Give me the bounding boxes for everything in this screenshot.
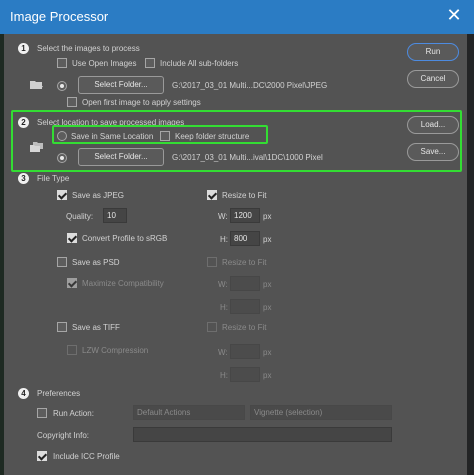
section-4-heading: Preferences (37, 389, 81, 398)
save-as-jpeg-label: Save as JPEG (72, 191, 125, 200)
psd-height-label: H: (220, 303, 228, 312)
convert-profile-label: Convert Profile to sRGB (82, 234, 168, 243)
section-1-number: 1 (18, 43, 29, 54)
jpeg-width-input[interactable]: 1200 (230, 208, 260, 223)
source-folder-path: G:\2017_03_01 Multi...DC\2000 Pixel\JPEG (172, 81, 328, 90)
save-as-psd-checkbox[interactable] (57, 257, 67, 267)
section-1-heading: Select the images to process (37, 44, 140, 53)
section-3-heading: File Type (37, 174, 70, 183)
title-bar: Image Processor ✕ (0, 0, 474, 34)
tiff-height-label: H: (220, 371, 228, 380)
highlight-save-options (52, 125, 268, 144)
lzw-compression-checkbox[interactable] (67, 345, 77, 355)
lzw-compression-label: LZW Compression (82, 346, 149, 355)
tiff-width-input[interactable] (230, 344, 260, 359)
jpeg-resize-checkbox[interactable] (207, 190, 217, 200)
close-icon[interactable]: ✕ (440, 2, 468, 28)
open-first-image-checkbox[interactable] (67, 97, 77, 107)
save-as-psd-label: Save as PSD (72, 258, 120, 267)
tiff-height-input[interactable] (230, 367, 260, 382)
convert-profile-checkbox[interactable] (67, 233, 77, 243)
action-set-dropdown[interactable]: Default Actions (133, 405, 245, 420)
psd-height-unit: px (263, 303, 272, 312)
psd-resize-checkbox[interactable] (207, 257, 217, 267)
tiff-width-unit: px (263, 348, 272, 357)
maximize-compatibility-checkbox[interactable] (67, 278, 77, 288)
cancel-button[interactable]: Cancel (407, 70, 459, 88)
include-subfolders-label: Include All sub-folders (160, 59, 239, 68)
section-4-number: 4 (18, 388, 29, 399)
jpeg-width-label: W: (218, 212, 228, 221)
copyright-input[interactable] (133, 427, 392, 442)
tiff-height-unit: px (263, 371, 272, 380)
run-button[interactable]: Run (407, 43, 459, 61)
psd-width-label: W: (218, 280, 228, 289)
folder-icon (30, 81, 43, 89)
save-as-tiff-checkbox[interactable] (57, 322, 67, 332)
source-folder-radio[interactable] (57, 81, 67, 91)
psd-height-input[interactable] (230, 299, 260, 314)
maximize-compatibility-label: Maximize Compatibility (82, 279, 164, 288)
jpeg-resize-label: Resize to Fit (222, 191, 267, 200)
save-as-tiff-label: Save as TIFF (72, 323, 120, 332)
save-as-jpeg-checkbox[interactable] (57, 190, 67, 200)
use-open-images-checkbox[interactable] (57, 58, 67, 68)
select-source-folder-button[interactable]: Select Folder... (78, 76, 164, 94)
tiff-width-label: W: (218, 348, 228, 357)
action-name-dropdown[interactable]: Vignette (selection) (250, 405, 392, 420)
background-strip-left (0, 34, 4, 475)
quality-label: Quality: (66, 212, 94, 221)
jpeg-height-unit: px (263, 235, 272, 244)
save-button[interactable]: Save... (407, 143, 459, 161)
section-3-number: 3 (18, 173, 29, 184)
quality-input[interactable]: 10 (103, 208, 127, 223)
window-title: Image Processor (10, 9, 109, 24)
use-open-images-label: Use Open Images (72, 59, 137, 68)
include-icc-label: Include ICC Profile (53, 452, 120, 461)
jpeg-height-label: H: (220, 235, 228, 244)
copyright-label: Copyright Info: (37, 431, 90, 440)
include-subfolders-checkbox[interactable] (145, 58, 155, 68)
jpeg-height-input[interactable]: 800 (230, 231, 260, 246)
load-button[interactable]: Load... (407, 116, 459, 134)
jpeg-width-unit: px (263, 212, 272, 221)
background-strip-right (467, 34, 474, 475)
psd-resize-label: Resize to Fit (222, 258, 267, 267)
run-action-label: Run Action: (53, 409, 94, 418)
include-icc-checkbox[interactable] (37, 451, 47, 461)
run-action-checkbox[interactable] (37, 408, 47, 418)
tiff-resize-checkbox[interactable] (207, 322, 217, 332)
psd-width-unit: px (263, 280, 272, 289)
tiff-resize-label: Resize to Fit (222, 323, 267, 332)
open-first-image-label: Open first image to apply settings (82, 98, 201, 107)
psd-width-input[interactable] (230, 276, 260, 291)
